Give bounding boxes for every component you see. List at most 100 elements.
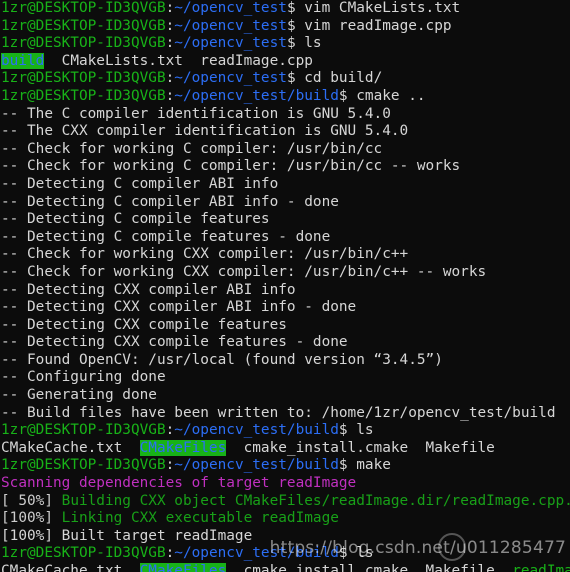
terminal-text: -- Found OpenCV: /usr/local (found versi… xyxy=(1,351,443,368)
prompt-colon: : xyxy=(165,70,175,87)
make-progress-text: Building CXX object CMakeFiles/readImage… xyxy=(61,492,570,509)
terminal-text: -- Detecting CXX compile features xyxy=(1,316,287,333)
prompt-user-host: 1zr@DESKTOP-ID3QVGB xyxy=(1,422,166,439)
prompt-symbol: $ xyxy=(338,422,357,439)
prompt-command: vim readImage.cpp xyxy=(304,17,452,34)
ls-files: CMakeCache.txt xyxy=(1,563,140,572)
terminal-line: [100%] Built target readImage xyxy=(0,528,570,546)
terminal-line: -- Found OpenCV: /usr/local (found versi… xyxy=(0,352,570,370)
prompt-path: ~/opencv_test xyxy=(174,35,287,52)
prompt-command: cmake .. xyxy=(356,87,426,104)
prompt-command: make xyxy=(356,457,391,474)
terminal-prompt-line: 1zr@DESKTOP-ID3QVGB:~/opencv_test/build$… xyxy=(0,545,570,563)
terminal-prompt-line: 1zr@DESKTOP-ID3QVGB:~/opencv_test$ ls xyxy=(0,35,570,53)
terminal-line: -- Build files have been written to: /ho… xyxy=(0,405,570,423)
prompt-path: ~/opencv_test xyxy=(174,70,287,87)
terminal-text: -- The C compiler identification is GNU … xyxy=(1,105,391,122)
prompt-path: ~/opencv_test/build xyxy=(174,87,339,104)
terminal-line: -- Detecting C compiler ABI info - done xyxy=(0,194,570,212)
terminal-line: -- Detecting C compile features xyxy=(0,211,570,229)
ls-executable: readImage xyxy=(512,563,570,572)
terminal-prompt-line: 1zr@DESKTOP-ID3QVGB:~/opencv_test/build$… xyxy=(0,422,570,440)
prompt-command: vim CMakeLists.txt xyxy=(304,0,461,16)
terminal-text: -- Check for working CXX compiler: /usr/… xyxy=(1,263,487,280)
make-progress-percent: [100%] xyxy=(1,510,62,527)
terminal-prompt-line: 1zr@DESKTOP-ID3QVGB:~/opencv_test/build$… xyxy=(0,88,570,106)
terminal-line: -- Check for working C compiler: /usr/bi… xyxy=(0,141,570,159)
prompt-colon: : xyxy=(165,545,175,562)
make-progress-line: [ 50%] Building CXX object CMakeFiles/re… xyxy=(0,493,570,511)
terminal-line: -- Check for working CXX compiler: /usr/… xyxy=(0,264,570,282)
terminal-line: -- Check for working CXX compiler: /usr/… xyxy=(0,246,570,264)
terminal-text: -- Build files have been written to: /ho… xyxy=(1,404,556,421)
make-progress-percent: [ 50%] xyxy=(1,492,62,509)
terminal-prompt-line: 1zr@DESKTOP-ID3QVGB:~/opencv_test$ cd bu… xyxy=(0,70,570,88)
prompt-symbol: $ xyxy=(286,35,305,52)
prompt-command: cd build/ xyxy=(304,70,383,87)
terminal-text: -- Check for working C compiler: /usr/bi… xyxy=(1,140,383,157)
prompt-path: ~/opencv_test/build xyxy=(174,457,339,474)
prompt-path: ~/opencv_test xyxy=(174,17,287,34)
prompt-symbol: $ xyxy=(286,0,305,16)
prompt-colon: : xyxy=(165,0,175,16)
make-scanning-text: Scanning dependencies of target readImag… xyxy=(1,475,357,492)
prompt-path: ~/opencv_test/build xyxy=(174,545,339,562)
terminal-line: -- Detecting C compiler ABI info xyxy=(0,176,570,194)
terminal-output: 1zr@DESKTOP-ID3QVGB:~/opencv_test$ vim C… xyxy=(0,0,570,572)
terminal-line: -- Configuring done xyxy=(0,369,570,387)
prompt-command: ls xyxy=(356,545,374,562)
prompt-colon: : xyxy=(165,87,175,104)
terminal-prompt-line: 1zr@DESKTOP-ID3QVGB:~/opencv_test$ vim C… xyxy=(0,0,570,18)
prompt-command: ls xyxy=(304,35,322,52)
terminal-prompt-line: 1zr@DESKTOP-ID3QVGB:~/opencv_test$ vim r… xyxy=(0,18,570,36)
make-progress-text: Linking CXX executable readImage xyxy=(61,510,339,527)
prompt-colon: : xyxy=(165,17,175,34)
terminal-text: [100%] Built target readImage xyxy=(1,527,253,544)
ls-files: cmake_install.cmake Makefile xyxy=(226,439,495,456)
terminal-ls-output: build CMakeLists.txt readImage.cpp xyxy=(0,52,570,71)
make-progress-line: [100%] Linking CXX executable readImage xyxy=(0,510,570,528)
ls-files: CMakeCache.txt xyxy=(1,439,140,456)
terminal-line: -- Detecting CXX compiler ABI info - don… xyxy=(0,299,570,317)
terminal-ls-output: CMakeCache.txt CMakeFiles cmake_install.… xyxy=(0,563,570,572)
prompt-colon: : xyxy=(165,35,175,52)
terminal-text: -- Generating done xyxy=(1,387,157,404)
ls-directory: CMakeFiles xyxy=(139,563,227,572)
terminal-text: -- The CXX compiler identification is GN… xyxy=(1,123,409,140)
terminal-line: -- Detecting CXX compile features - done xyxy=(0,334,570,352)
prompt-user-host: 1zr@DESKTOP-ID3QVGB xyxy=(1,0,166,16)
terminal-prompt-line: 1zr@DESKTOP-ID3QVGB:~/opencv_test/build$… xyxy=(0,457,570,475)
terminal-line: -- Detecting CXX compile features xyxy=(0,317,570,335)
terminal-line: -- The CXX compiler identification is GN… xyxy=(0,123,570,141)
make-scanning-line: Scanning dependencies of target readImag… xyxy=(0,475,570,493)
terminal-text: -- Detecting CXX compile features - done xyxy=(1,334,348,351)
prompt-symbol: $ xyxy=(338,457,357,474)
prompt-user-host: 1zr@DESKTOP-ID3QVGB xyxy=(1,87,166,104)
prompt-user-host: 1zr@DESKTOP-ID3QVGB xyxy=(1,17,166,34)
ls-directory: build xyxy=(1,52,45,69)
prompt-symbol: $ xyxy=(338,87,357,104)
prompt-colon: : xyxy=(165,457,175,474)
ls-files: CMakeLists.txt readImage.cpp xyxy=(44,52,313,69)
prompt-user-host: 1zr@DESKTOP-ID3QVGB xyxy=(1,70,166,87)
terminal-text: -- Detecting C compile features - done xyxy=(1,228,331,245)
ls-files: cmake_install.cmake Makefile xyxy=(226,563,513,572)
terminal-text: -- Detecting C compile features xyxy=(1,211,270,228)
prompt-symbol: $ xyxy=(338,545,357,562)
prompt-user-host: 1zr@DESKTOP-ID3QVGB xyxy=(1,457,166,474)
prompt-symbol: $ xyxy=(286,17,305,34)
prompt-user-host: 1zr@DESKTOP-ID3QVGB xyxy=(1,545,166,562)
terminal-text: -- Detecting C compiler ABI info - done xyxy=(1,193,339,210)
terminal-text: -- Check for working C compiler: /usr/bi… xyxy=(1,158,461,175)
terminal-window[interactable]: 1zr@DESKTOP-ID3QVGB:~/opencv_test$ vim C… xyxy=(0,0,570,572)
terminal-line: -- Detecting CXX compiler ABI info xyxy=(0,282,570,300)
terminal-ls-output: CMakeCache.txt CMakeFiles cmake_install.… xyxy=(0,439,570,458)
terminal-text: -- Check for working CXX compiler: /usr/… xyxy=(1,246,409,263)
prompt-user-host: 1zr@DESKTOP-ID3QVGB xyxy=(1,35,166,52)
terminal-text: -- Detecting CXX compiler ABI info - don… xyxy=(1,299,357,316)
terminal-line: -- The C compiler identification is GNU … xyxy=(0,106,570,124)
ls-directory: CMakeFiles xyxy=(139,439,227,456)
terminal-line: -- Check for working C compiler: /usr/bi… xyxy=(0,158,570,176)
terminal-line: -- Generating done xyxy=(0,387,570,405)
terminal-text: -- Detecting CXX compiler ABI info xyxy=(1,281,296,298)
